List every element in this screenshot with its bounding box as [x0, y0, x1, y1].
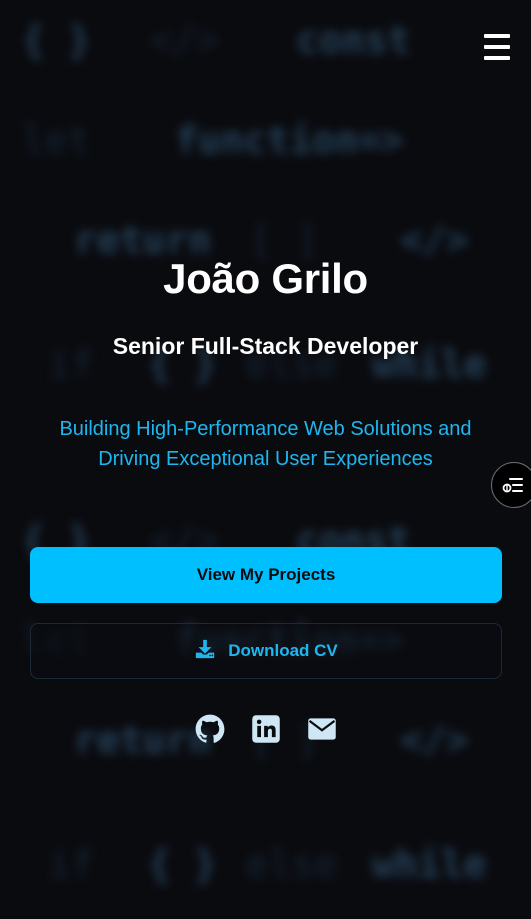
download-cv-label: Download CV [228, 641, 338, 660]
menu-bar [484, 45, 510, 49]
code-word: while [372, 842, 487, 886]
envelope-icon[interactable] [306, 713, 338, 745]
view-projects-label: View My Projects [196, 565, 336, 584]
download-icon [194, 638, 216, 665]
menu-bar [484, 34, 510, 38]
code-word: let [22, 118, 91, 162]
code-word: else [246, 842, 338, 886]
code-word: </> [150, 18, 219, 62]
hero-name: João Grilo [163, 255, 368, 302]
social-links [0, 713, 531, 745]
code-word: function=> [175, 118, 404, 162]
hamburger-menu-icon[interactable] [484, 34, 510, 60]
hero-role: Senior Full-Stack Developer [112, 333, 419, 359]
code-word: if [48, 842, 94, 886]
view-projects-button[interactable]: View My Projects [30, 547, 502, 603]
menu-bar [484, 56, 510, 60]
code-word: { } [148, 842, 217, 886]
page: { } </> const let function=> return [ ] … [0, 0, 531, 919]
accessibility-menu-icon[interactable] [491, 462, 531, 508]
code-word: { } [22, 18, 91, 62]
github-icon[interactable] [194, 713, 226, 745]
linkedin-icon[interactable] [250, 713, 282, 745]
hero-section: João Grilo Senior Full-Stack Developer B… [0, 255, 531, 474]
download-cv-button[interactable]: Download CV [30, 623, 502, 679]
hero-tagline: Building High-Performance Web Solutions … [59, 418, 472, 470]
code-word: const [296, 18, 411, 62]
